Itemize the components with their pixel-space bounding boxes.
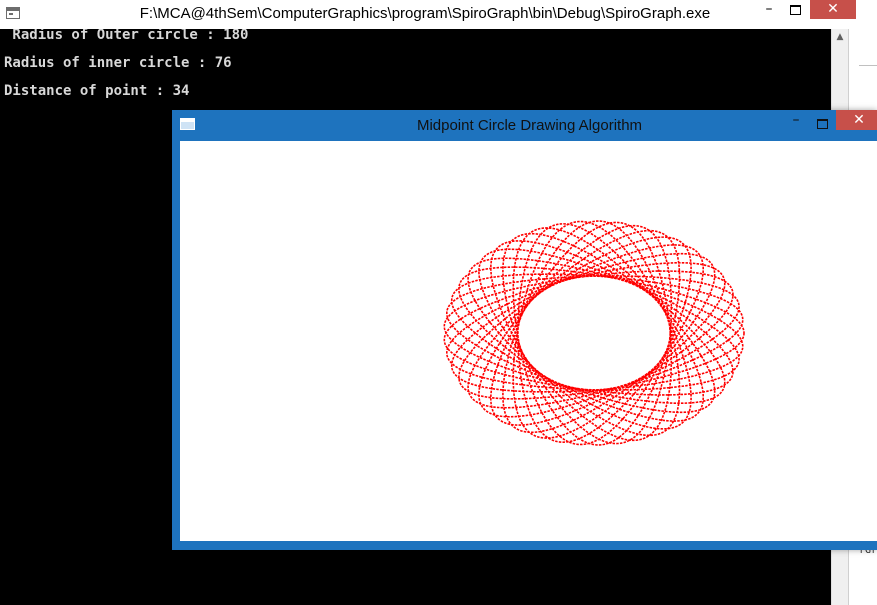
graphics-minimize-button[interactable]: – xyxy=(784,112,808,128)
console-maximize-button[interactable] xyxy=(782,0,808,20)
graphics-window-title: Midpoint Circle Drawing Algorithm xyxy=(416,117,643,134)
console-window-title: F:\MCA@4thSem\ComputerGraphics\program\S… xyxy=(139,5,711,22)
console-close-button[interactable]: ✕ xyxy=(810,0,856,19)
background-divider xyxy=(859,65,877,66)
console-titlebar[interactable]: F:\MCA@4thSem\ComputerGraphics\program\S… xyxy=(0,0,877,29)
console-minimize-button[interactable]: – xyxy=(756,1,782,21)
graphics-close-button[interactable]: ✕ xyxy=(836,110,877,130)
graphics-titlebar[interactable]: Midpoint Circle Drawing Algorithm – ✕ xyxy=(172,110,877,140)
maximize-icon xyxy=(789,5,801,15)
spirograph-drawing xyxy=(443,220,745,446)
console-line-outer-radius: Radius of Outer circle : 180 xyxy=(4,29,249,43)
console-line-distance: Distance of point : 34 xyxy=(4,83,190,99)
console-line-inner-radius: Radius of inner circle : 76 xyxy=(4,55,232,71)
spirograph-curve xyxy=(443,220,745,446)
graphics-window: Midpoint Circle Drawing Algorithm – ✕ xyxy=(172,110,877,550)
scroll-up-arrow-icon[interactable]: ▲ xyxy=(832,29,848,46)
maximize-icon xyxy=(816,119,828,129)
drawing-canvas xyxy=(180,141,877,541)
graphics-maximize-button[interactable] xyxy=(810,114,834,133)
